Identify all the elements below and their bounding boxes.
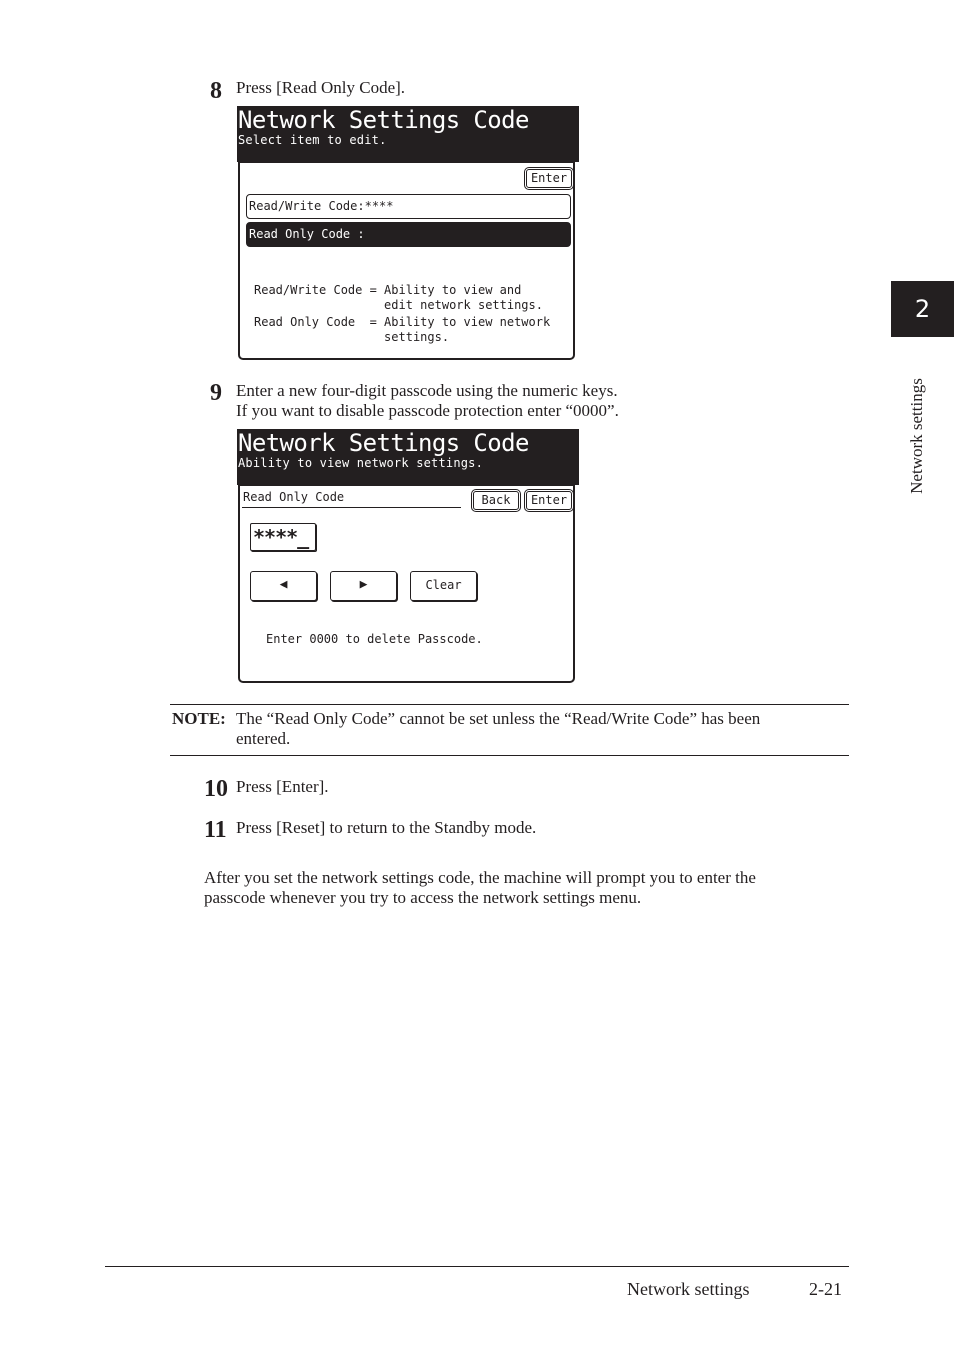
- step-number-11: 11: [204, 817, 227, 843]
- screen-body: Read Only Code Back Enter ****_ ◀ ▶ Clea…: [238, 485, 575, 683]
- read-only-code-item[interactable]: Read Only Code :: [246, 222, 571, 247]
- step-number-10: 10: [204, 776, 228, 802]
- code-value: ****_: [253, 525, 309, 549]
- footer-page-number: 2-21: [809, 1279, 842, 1299]
- screen-subtitle: Select item to edit.: [238, 133, 387, 147]
- cursor-right-button[interactable]: ▶: [330, 571, 397, 601]
- note-text-line-2: entered.: [236, 729, 291, 748]
- screen-header: Network Settings Code Select item to edi…: [237, 106, 579, 162]
- left-arrow-icon: ◀: [279, 577, 288, 592]
- note-label: NOTE:: [172, 709, 226, 728]
- screen-header: Network Settings Code Ability to view ne…: [237, 429, 579, 485]
- note-top-rule: [170, 704, 849, 705]
- help-line-3: Read Only Code = Ability to view network: [254, 315, 551, 329]
- help-line-1: Read/Write Code = Ability to view and: [254, 283, 522, 297]
- note-bottom-rule: [170, 755, 849, 756]
- enter-button[interactable]: Enter: [524, 167, 574, 190]
- enter-button[interactable]: Enter: [524, 489, 574, 512]
- cursor-left-button[interactable]: ◀: [250, 571, 317, 601]
- step-number-9: 9: [210, 380, 222, 406]
- screen-body: Enter Read/Write Code:**** Read Only Cod…: [238, 162, 575, 360]
- help-line-2: edit network settings.: [254, 298, 543, 312]
- footer-section: Network settings: [627, 1279, 750, 1299]
- step-number-8: 8: [210, 78, 222, 104]
- lcd-screen-code-entry: Network Settings Code Ability to view ne…: [237, 429, 579, 685]
- field-label: Read Only Code: [243, 490, 345, 504]
- closing-paragraph-line-1: After you set the network settings code,…: [204, 868, 756, 887]
- note-text-line-1: The “Read Only Code” cannot be set unles…: [236, 709, 761, 728]
- clear-button[interactable]: Clear: [410, 571, 477, 601]
- footer-rule: [105, 1266, 849, 1267]
- step-11-instruction: Press [Reset] to return to the Standby m…: [236, 818, 537, 837]
- field-label-underline: [242, 507, 461, 508]
- chapter-side-title: Network settings: [906, 356, 928, 516]
- right-arrow-icon: ▶: [359, 577, 368, 592]
- step-8-instruction: Press [Read Only Code].: [236, 78, 406, 97]
- step-9-instruction-line-1: Enter a new four-digit passcode using th…: [236, 381, 618, 400]
- chapter-tab: 2: [891, 281, 954, 337]
- lcd-screen-select-item: Network Settings Code Select item to edi…: [237, 106, 579, 362]
- chapter-title: Network settings: [907, 378, 926, 494]
- code-input[interactable]: ****_: [250, 523, 316, 551]
- screen-title: Network Settings Code: [238, 106, 529, 134]
- step-10-instruction: Press [Enter].: [236, 777, 329, 796]
- screen-subtitle: Ability to view network settings.: [238, 456, 484, 470]
- help-line-4: settings.: [254, 330, 450, 344]
- screen-title: Network Settings Code: [238, 429, 529, 457]
- read-write-code-item[interactable]: Read/Write Code:****: [246, 194, 571, 219]
- step-9-instruction-line-2: If you want to disable passcode protecti…: [236, 401, 619, 420]
- delete-passcode-hint: Enter 0000 to delete Passcode.: [266, 632, 483, 646]
- closing-paragraph-line-2: passcode whenever you try to access the …: [204, 888, 642, 907]
- back-button[interactable]: Back: [471, 489, 521, 512]
